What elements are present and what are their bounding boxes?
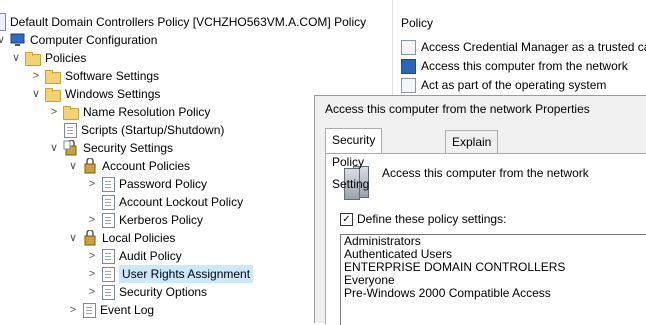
tree-item-local-policies[interactable]: ∨ Local Policies [66,229,175,247]
chevron-down-icon[interactable]: ∨ [66,229,80,247]
security-icon [82,229,98,246]
policy-doc-icon [102,284,115,300]
gpo-icon [0,13,6,31]
folder-icon [63,105,79,120]
chevron-down-icon[interactable]: ∨ [66,157,80,175]
tree-item-name-resolution-policy[interactable]: > Name Resolution Policy [47,103,210,121]
chevron-right-icon[interactable]: > [85,211,99,229]
policy-setting-icon [401,39,416,55]
tab-security-policy-setting[interactable]: Security Policy Setting [325,128,383,191]
computer-icon [10,32,26,48]
folder-icon [45,87,61,102]
members-list[interactable]: Administrators Authenticated Users ENTER… [340,234,646,325]
define-settings-label: Define these policy settings: [357,212,507,226]
properties-dialog: Access this computer from the network Pr… [314,95,646,325]
tree-item-computer-configuration[interactable]: ∨ Computer Configuration [0,31,157,49]
list-item[interactable]: Pre-Windows 2000 Compatible Access [341,287,646,300]
folder-icon [25,51,41,66]
chevron-right-icon[interactable]: > [66,301,80,319]
tree-item-user-rights-assignment[interactable]: > User Rights Assignment [85,265,254,283]
policy-doc-icon [102,176,115,192]
tree-item-windows-settings[interactable]: ∨ Windows Settings [29,85,160,103]
tree-item-kerberos-policy[interactable]: > Kerberos Policy [85,211,203,229]
tree-item-security-settings[interactable]: ∨ Security Settings [47,139,173,157]
tree-item-event-log[interactable]: > Event Log [66,301,154,319]
policy-doc-icon [102,248,115,264]
policy-setting-icon [401,77,416,93]
tree-item-password-policy[interactable]: > Password Policy [85,175,207,193]
tree-item-account-lockout-policy[interactable]: Account Lockout Policy [85,193,243,211]
security-icon [63,139,79,156]
tree-item-software-settings[interactable]: > Software Settings [29,67,159,85]
dialog-title: Access this computer from the network Pr… [325,102,590,116]
folder-icon [45,69,61,84]
tree-item-audit-policy[interactable]: > Audit Policy [85,247,182,265]
tree-item-scripts[interactable]: Scripts (Startup/Shutdown) [47,121,224,139]
script-icon [64,122,77,138]
policy-column-header[interactable]: Policy [401,16,433,30]
chevron-right-icon[interactable]: > [85,247,99,265]
policy-name: Access this computer from the network [382,166,589,180]
tree-item-gpo-root[interactable]: Default Domain Controllers Policy [VCHZH… [0,13,366,31]
policy-row-selected[interactable]: Access this computer from the network [401,57,628,75]
chevron-down-icon[interactable]: ∨ [29,85,43,103]
tree-item-account-policies[interactable]: ∨ Account Policies [66,157,190,175]
chevron-down-icon[interactable]: ∨ [9,49,23,67]
checkmark-icon[interactable]: ✓ [340,212,353,226]
tab-explain[interactable]: Explain [445,130,499,153]
chevron-right-icon[interactable]: > [29,67,43,85]
chevron-right-icon[interactable]: > [85,175,99,193]
policy-doc-icon [102,212,115,228]
chevron-down-icon[interactable]: ∨ [47,139,61,157]
policy-row[interactable]: Access Credential Manager as a trusted c… [401,38,646,56]
policy-doc-icon [83,302,96,318]
policy-setting-icon [401,58,416,74]
tree-item-policies[interactable]: ∨ Policies [9,49,86,67]
policy-doc-icon [102,194,115,210]
tab-panel: Access this computer from the network ✓ … [325,153,646,325]
tree-item-security-options[interactable]: > Security Options [85,283,207,301]
chevron-right-icon[interactable]: > [47,103,61,121]
chevron-down-icon[interactable]: ∨ [0,31,8,49]
security-icon [82,157,98,174]
define-settings-checkbox[interactable]: ✓ Define these policy settings: [340,212,506,226]
policy-doc-icon [102,266,115,282]
chevron-right-icon[interactable]: > [85,265,99,283]
chevron-right-icon[interactable]: > [85,283,99,301]
policy-row[interactable]: Act as part of the operating system [401,76,606,94]
